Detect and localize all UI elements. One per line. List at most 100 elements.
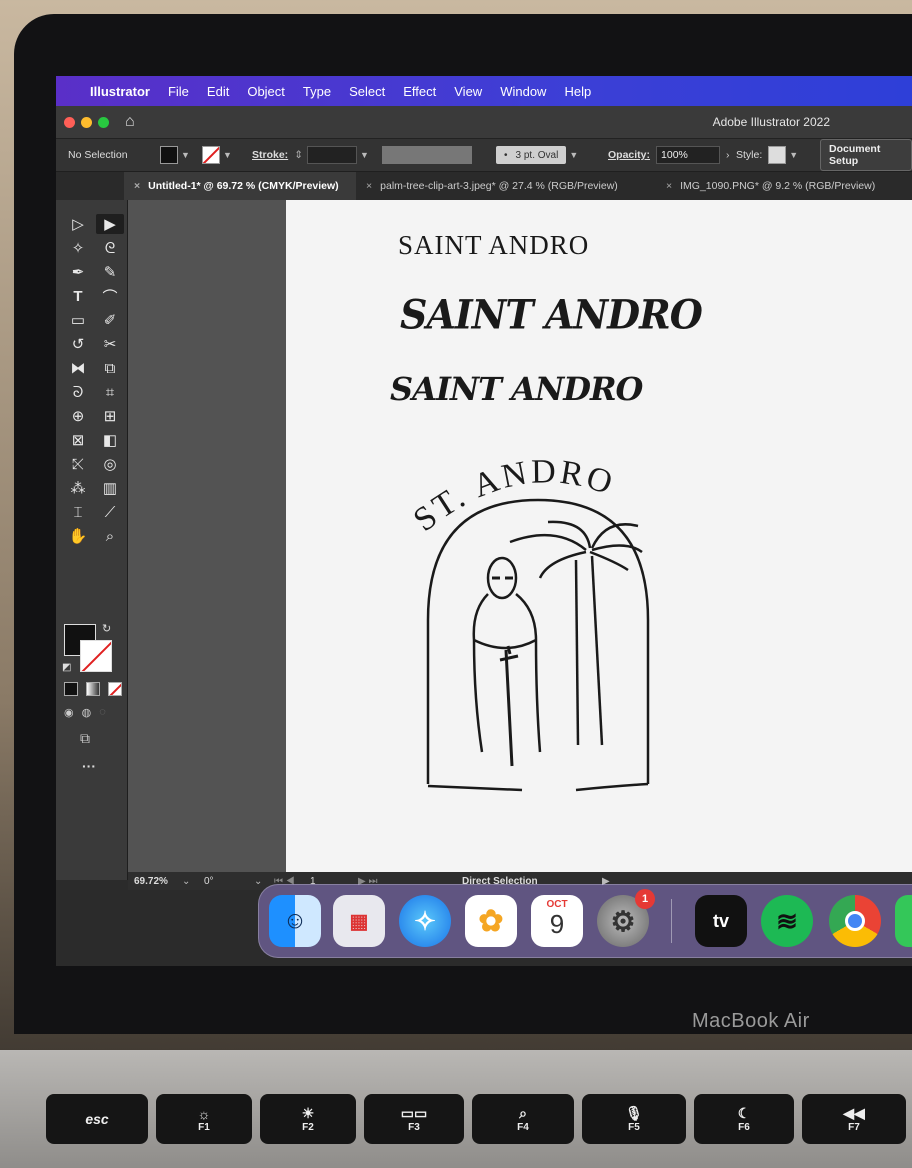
chevron-down-icon[interactable]: ▼ — [789, 150, 798, 160]
symbol-sprayer-tool-icon[interactable]: ⁂ — [64, 478, 92, 498]
shaper-tool-icon[interactable]: ↺ — [64, 334, 92, 354]
chevron-down-icon[interactable]: ⌄ — [254, 876, 262, 887]
stroke-weight-input[interactable] — [307, 146, 357, 164]
brush-definition[interactable]: • 3 pt. Oval — [496, 146, 567, 164]
variable-width-profile[interactable] — [382, 146, 472, 164]
document-setup-button[interactable]: Document Setup — [820, 139, 912, 171]
hand-tool-icon[interactable]: ✋ — [64, 526, 92, 546]
logo-illustration[interactable]: ST. ANDRO — [286, 200, 912, 872]
photos-icon[interactable]: ✿ — [465, 895, 517, 947]
chevron-down-icon[interactable]: ⌄ — [182, 876, 190, 887]
calendar-icon[interactable]: OCT 9 — [531, 895, 583, 947]
menu-window[interactable]: Window — [500, 84, 546, 99]
fill-swatch[interactable] — [160, 146, 178, 164]
launchpad-icon[interactable]: ▦ — [333, 895, 385, 947]
tab-palm-tree-clip-art[interactable]: × palm-tree-clip-art-3.jpeg* @ 27.4 % (RG… — [356, 172, 656, 200]
key-f5[interactable]: 🎙 F5 — [582, 1094, 686, 1144]
free-transform-tool-icon[interactable]: ⌗ — [96, 382, 124, 402]
swap-fill-stroke-icon[interactable]: ↻ — [102, 622, 111, 635]
menu-object[interactable]: Object — [247, 84, 285, 99]
mesh-tool-icon[interactable]: ⊠ — [64, 430, 92, 450]
key-f6[interactable]: ☾ F6 — [694, 1094, 794, 1144]
stroke-label[interactable]: Stroke: — [252, 149, 288, 161]
warp-tool-icon[interactable]: ᘐ — [64, 382, 92, 402]
perspective-grid-tool-icon[interactable]: ⊞ — [96, 406, 124, 426]
menu-app-name[interactable]: Illustrator — [90, 84, 150, 99]
type-tool-icon[interactable]: T — [64, 286, 92, 306]
zoom-tool-icon[interactable]: ⌕ — [96, 526, 124, 546]
stepper-icon[interactable]: ⇕ — [294, 149, 303, 161]
menu-edit[interactable]: Edit — [207, 84, 229, 99]
draw-behind-icon[interactable]: ◍ — [82, 706, 92, 719]
finder-icon[interactable]: ☺ — [269, 895, 321, 947]
home-icon[interactable]: ⌂ — [125, 113, 135, 131]
close-window-button[interactable] — [64, 116, 75, 128]
messages-icon[interactable]: ✉ — [895, 895, 912, 947]
draw-normal-icon[interactable]: ◉ — [64, 706, 74, 719]
scissors-tool-icon[interactable]: ✂ — [96, 334, 124, 354]
artboard[interactable]: SAINT ANDRO SAINT ANDRO SAINT ANDRO ST. … — [286, 200, 912, 872]
close-icon[interactable]: × — [134, 180, 140, 192]
arc-tool-icon[interactable]: ⌒ — [96, 286, 124, 306]
apple-tv-icon[interactable]: tv — [695, 895, 747, 947]
menu-type[interactable]: Type — [303, 84, 331, 99]
slice-tool-icon[interactable]: ⟋ — [96, 502, 124, 522]
menu-help[interactable]: Help — [564, 84, 591, 99]
key-f1[interactable]: ☼ F1 — [156, 1094, 252, 1144]
curvature-tool-icon[interactable]: ✎ — [96, 262, 124, 282]
pen-tool-icon[interactable]: ✒ — [64, 262, 92, 282]
stroke-swatch[interactable] — [202, 146, 220, 164]
default-fill-stroke-icon[interactable]: ◩ — [62, 662, 71, 673]
tab-untitled-1[interactable]: × Untitled-1* @ 69.72 % (CMYK/Preview) — [124, 172, 356, 200]
zoom-level[interactable]: 69.72% — [134, 876, 168, 887]
menu-view[interactable]: View — [454, 84, 482, 99]
key-f4[interactable]: ⌕ F4 — [472, 1094, 574, 1144]
gradient-mode-icon[interactable] — [86, 682, 100, 696]
menu-file[interactable]: File — [168, 84, 189, 99]
chrome-icon[interactable] — [829, 895, 881, 947]
shape-builder-tool-icon[interactable]: ⊕ — [64, 406, 92, 426]
zoom-window-button[interactable] — [98, 116, 109, 128]
opacity-input[interactable]: 100% — [656, 146, 721, 164]
blend-tool-icon[interactable]: ◎ — [96, 454, 124, 474]
scale-tool-icon[interactable]: ⧉ — [96, 358, 124, 378]
draw-inside-icon[interactable]: ◌ — [99, 706, 106, 719]
key-f7[interactable]: ◀◀ F7 — [802, 1094, 906, 1144]
key-esc[interactable]: esc — [46, 1094, 148, 1144]
artboard-tool-icon[interactable]: ⌶ — [64, 502, 92, 522]
key-f3[interactable]: ▭▭ F3 — [364, 1094, 464, 1144]
chevron-down-icon[interactable]: ▼ — [181, 150, 190, 160]
close-icon[interactable]: × — [666, 180, 672, 192]
screen-mode-icon[interactable]: ⧉ — [80, 730, 90, 747]
direct-selection-tool-icon[interactable]: ▶ — [96, 214, 124, 234]
lasso-tool-icon[interactable]: ᘓ — [96, 238, 124, 258]
safari-icon[interactable]: ✧ — [399, 895, 451, 947]
gradient-tool-icon[interactable]: ◧ — [96, 430, 124, 450]
more-tools-icon[interactable]: ··· — [82, 758, 96, 774]
chevron-down-icon[interactable]: ▼ — [223, 150, 232, 160]
tab-img-1090[interactable]: × IMG_1090.PNG* @ 9.2 % (RGB/Preview) — [656, 172, 912, 200]
stroke-color-swatch[interactable] — [80, 640, 112, 672]
rectangle-tool-icon[interactable]: ▭ — [64, 310, 92, 330]
rotation-value[interactable]: 0° — [204, 876, 214, 887]
paintbrush-tool-icon[interactable]: ✐ — [96, 310, 124, 330]
arc-text[interactable]: ST. ANDRO — [407, 453, 620, 539]
reflect-tool-icon[interactable]: ⧓ — [64, 358, 92, 378]
selection-tool-icon[interactable]: ▷ — [64, 214, 92, 234]
close-icon[interactable]: × — [366, 180, 372, 192]
color-mode-icon[interactable] — [64, 682, 78, 696]
system-settings-icon[interactable]: ⚙ 1 — [597, 889, 655, 947]
key-f2[interactable]: ☀ F2 — [260, 1094, 356, 1144]
eyedropper-tool-icon[interactable]: ⤪ — [64, 454, 92, 474]
none-mode-icon[interactable] — [108, 682, 122, 696]
menu-effect[interactable]: Effect — [403, 84, 436, 99]
column-graph-tool-icon[interactable]: ▥ — [96, 478, 124, 498]
minimize-window-button[interactable] — [81, 116, 92, 128]
chevron-down-icon[interactable]: ▼ — [569, 150, 578, 160]
magic-wand-tool-icon[interactable]: ✧ — [64, 238, 92, 258]
chevron-down-icon[interactable]: ▼ — [360, 150, 369, 160]
chevron-right-icon[interactable]: › — [726, 149, 730, 161]
spotify-icon[interactable]: ≋ — [761, 895, 813, 947]
opacity-label[interactable]: Opacity: — [608, 149, 650, 161]
graphic-style-swatch[interactable] — [768, 146, 787, 164]
